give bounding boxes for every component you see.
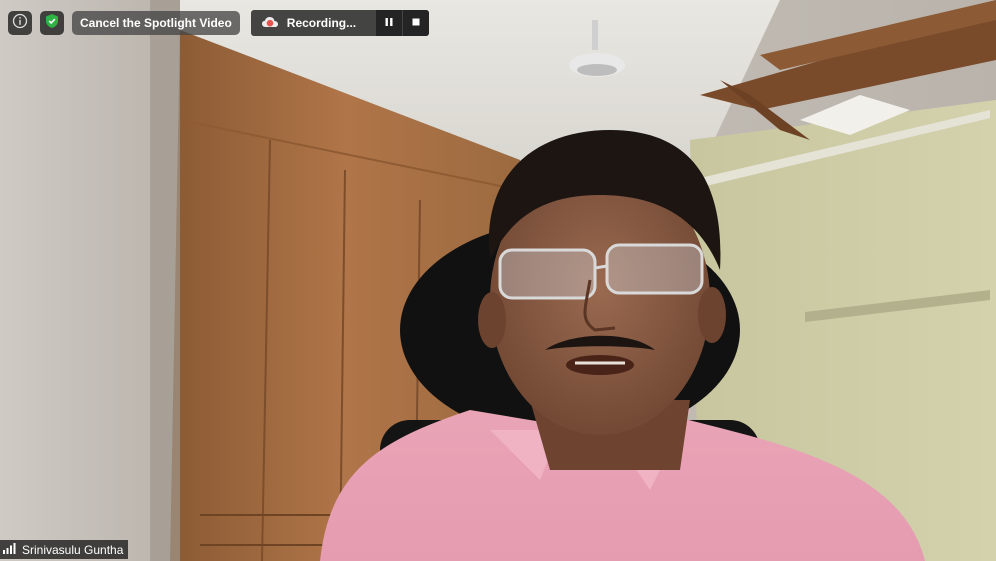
meeting-info-button[interactable]	[8, 11, 32, 35]
recording-status: Recording...	[251, 10, 375, 36]
shield-check-icon	[44, 13, 60, 34]
stop-icon	[411, 16, 421, 30]
cancel-spotlight-button[interactable]: Cancel the Spotlight Video	[72, 11, 240, 35]
pause-recording-button[interactable]	[374, 10, 402, 36]
recording-label: Recording...	[286, 16, 357, 30]
pause-icon	[384, 16, 394, 30]
security-button[interactable]	[40, 11, 64, 35]
participant-video	[0, 0, 996, 561]
info-icon	[12, 13, 28, 34]
video-frame: Cancel the Spotlight Video Recording...	[0, 0, 996, 561]
participant-name-tag: Srinivasulu Guntha	[0, 540, 129, 559]
participant-name: Srinivasulu Guntha	[22, 542, 124, 557]
signal-bars-icon	[3, 542, 17, 557]
recording-indicator: Recording...	[250, 10, 429, 36]
stop-recording-button[interactable]	[401, 10, 429, 36]
meeting-toolbar: Cancel the Spotlight Video Recording...	[8, 10, 429, 36]
cloud-icon	[261, 15, 279, 32]
